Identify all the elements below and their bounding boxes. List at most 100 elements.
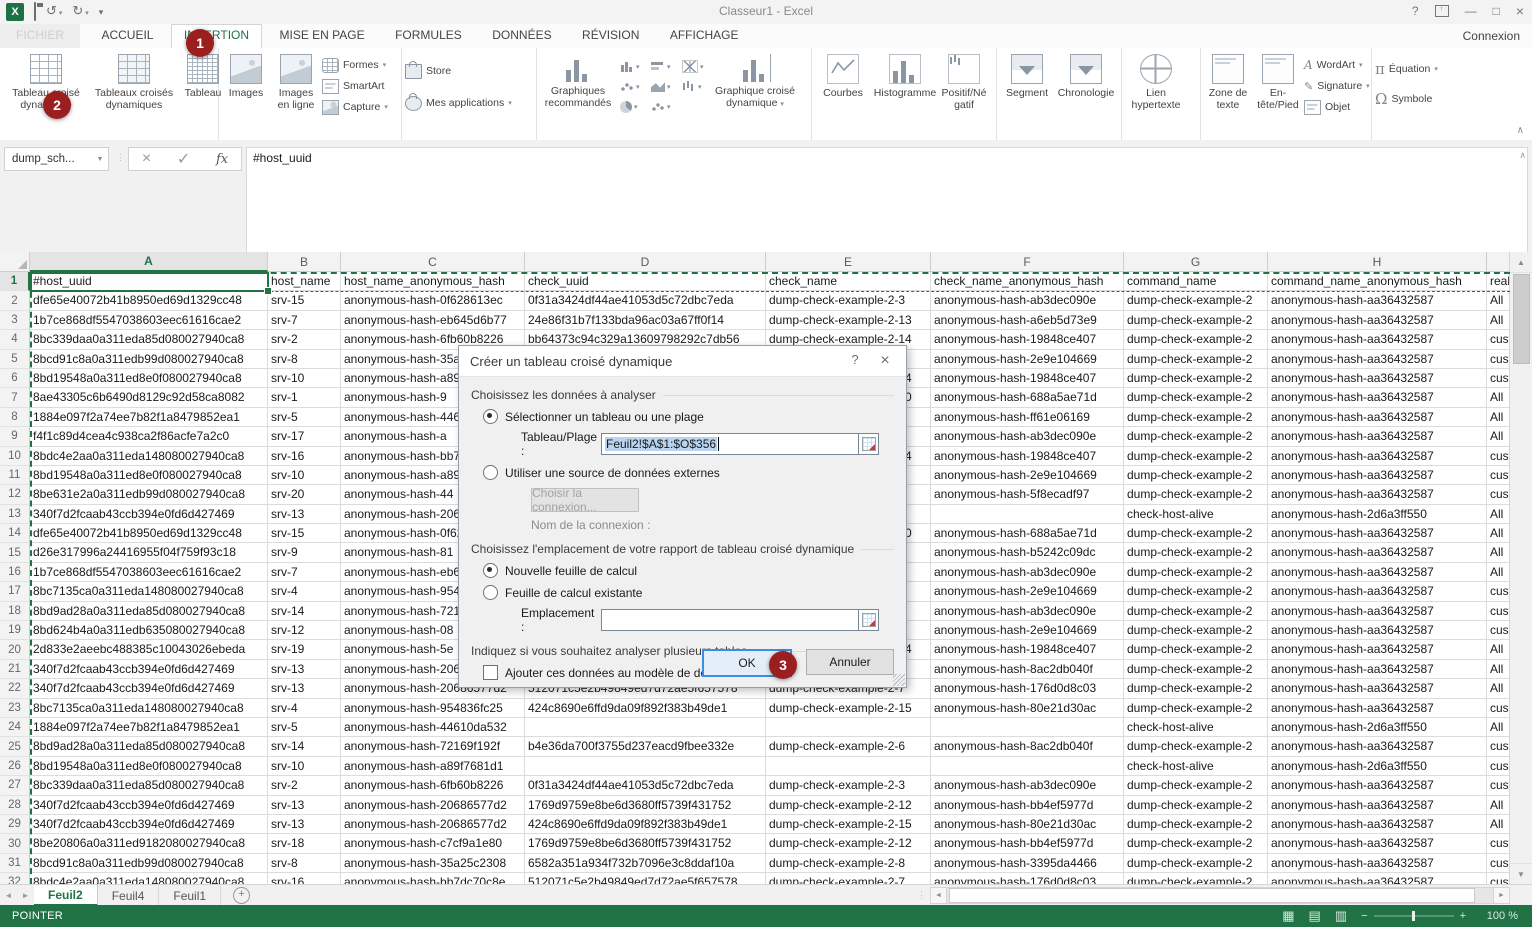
cell[interactable]: 8bcd91c8a0a311edb99d080027940ca8	[30, 854, 268, 873]
cell[interactable]: 24e86f31b7f133bda96ac03a67ff0f14	[525, 311, 766, 330]
cell[interactable]: srv-9	[268, 543, 341, 562]
zoom-track[interactable]	[1374, 915, 1454, 917]
cell[interactable]: dump-check-example-2-15	[766, 815, 931, 834]
cell[interactable]: 8bd9ad28a0a311eda85d080027940ca8	[30, 602, 268, 621]
row-number-6[interactable]: 6	[0, 369, 30, 388]
cell[interactable]: anonymous-hash-2e9e104669	[931, 621, 1124, 640]
column-header-G[interactable]: G	[1124, 252, 1268, 272]
cell[interactable]: dump-check-example-2	[1124, 815, 1268, 834]
maximize-button[interactable]: □	[1493, 4, 1500, 18]
cell[interactable]: dump-check-example-2	[1124, 350, 1268, 369]
cell[interactable]: anonymous-hash-19848ce407	[931, 330, 1124, 349]
cell[interactable]: anonymous-hash-2d6a3ff550	[1268, 505, 1487, 524]
timeline-button[interactable]: Chronologie	[1056, 51, 1116, 126]
horizontal-scroll-track[interactable]	[947, 887, 1493, 904]
cell[interactable]: 0f31a3424df44ae41053d5c72dbc7eda	[525, 291, 766, 310]
cell[interactable]: dump-check-example-2	[1124, 796, 1268, 815]
cell[interactable]: anonymous-hash-ab3dec090e	[931, 776, 1124, 795]
cell[interactable]: 8bcd91c8a0a311edb99d080027940ca8	[30, 350, 268, 369]
cell[interactable]: dump-check-example-2	[1124, 602, 1268, 621]
cell[interactable]: anonymous-hash-aa36432587	[1268, 447, 1487, 466]
cell[interactable]: 1769d9759e8be6d3680ff5739f431752	[525, 834, 766, 853]
cell[interactable]: dump-check-example-2	[1124, 640, 1268, 659]
cell[interactable]: anonymous-hash-ff61e06169	[931, 408, 1124, 427]
cell[interactable]: f4f1c89d4cea4c938ca2f86acfe7a2c0	[30, 427, 268, 446]
row-number-15[interactable]: 15	[0, 543, 30, 562]
insert-radar-chart-button[interactable]: ▾	[680, 57, 710, 76]
cell[interactable]: anonymous-hash-954836fc25	[341, 699, 525, 718]
cell[interactable]: 8be20806a0a311ed9182080027940ca8	[30, 834, 268, 853]
cell[interactable]: 1769d9759e8be6d3680ff5739f431752	[525, 796, 766, 815]
equation-button[interactable]: π Équation▾	[1375, 61, 1438, 77]
slicer-button[interactable]: Segment	[1000, 51, 1054, 126]
sheet-nav-prev-icon[interactable]: ◄	[0, 885, 17, 906]
cell[interactable]: anonymous-hash-ab3dec090e	[931, 563, 1124, 582]
cell[interactable]: srv-1	[268, 388, 341, 407]
cell[interactable]: host_name_anonymous_hash	[341, 272, 525, 291]
cell[interactable]: anonymous-hash-aa36432587	[1268, 699, 1487, 718]
fill-handle[interactable]	[264, 287, 272, 295]
cell[interactable]: 1884e097f2a74ee7b82f1a8479852ea1	[30, 718, 268, 737]
row-number-12[interactable]: 12	[0, 485, 30, 504]
cell[interactable]: All	[1487, 408, 1510, 427]
cell[interactable]: srv-8	[268, 350, 341, 369]
minimize-button[interactable]: —	[1465, 4, 1477, 18]
cell[interactable]: All	[1487, 311, 1510, 330]
cell[interactable]: anonymous-hash-ab3dec090e	[931, 427, 1124, 446]
row-number-3[interactable]: 3	[0, 311, 30, 330]
cell[interactable]: srv-13	[268, 505, 341, 524]
column-header-B[interactable]: B	[268, 252, 341, 272]
cell[interactable]: anonymous-hash-a6eb5d73e9	[931, 311, 1124, 330]
cell[interactable]: dump-check-example-2-12	[766, 796, 931, 815]
header-footer-button[interactable]: En-tête/Pied	[1254, 51, 1302, 126]
location-picker-button[interactable]	[859, 609, 879, 631]
cell[interactable]: srv-17	[268, 427, 341, 446]
cell[interactable]: 8bd9ad28a0a311eda85d080027940ca8	[30, 737, 268, 756]
cell[interactable]: anonymous-hash-c7cf9a1e80	[341, 834, 525, 853]
cell[interactable]: srv-5	[268, 408, 341, 427]
cell[interactable]: srv-13	[268, 796, 341, 815]
cell[interactable]: 340f7d2fcaab43ccb394e0fd6d427469	[30, 660, 268, 679]
cell[interactable]: anonymous-hash-aa36432587	[1268, 330, 1487, 349]
insert-column-chart-button[interactable]: ▾	[618, 57, 648, 76]
cell[interactable]: check_name_anonymous_hash	[931, 272, 1124, 291]
cell[interactable]: command_name	[1124, 272, 1268, 291]
cell[interactable]: dump-check-example-2	[1124, 582, 1268, 601]
cell[interactable]: 8bd19548a0a311ed8e0f080027940ca8	[30, 466, 268, 485]
cell[interactable]: 2d833e2aeebc488385c10043026ebeda	[30, 640, 268, 659]
horizontal-scrollbar[interactable]: ◄ ►	[930, 885, 1510, 906]
tab-affichage[interactable]: AFFICHAGE	[657, 24, 752, 48]
scroll-left-icon[interactable]: ◄	[930, 887, 947, 904]
cell[interactable]	[931, 718, 1124, 737]
sparkline-winloss-button[interactable]: Positif/Négatif	[939, 51, 989, 126]
cell[interactable]: anonymous-hash-72169f192f	[341, 737, 525, 756]
cell[interactable]: cust	[1487, 350, 1510, 369]
cell[interactable]: dump-check-example-2-6	[766, 737, 931, 756]
cell[interactable]: anonymous-hash-aa36432587	[1268, 679, 1487, 698]
cell[interactable]: cust	[1487, 854, 1510, 873]
close-button[interactable]: ×	[1516, 3, 1524, 19]
cell[interactable]: anonymous-hash-aa36432587	[1268, 854, 1487, 873]
row-number-26[interactable]: 26	[0, 757, 30, 776]
cell[interactable]: dump-check-example-2	[1124, 330, 1268, 349]
cell[interactable]: srv-14	[268, 737, 341, 756]
tab-scroll-splitter[interactable]: ⋮	[913, 885, 930, 906]
cell[interactable]: anonymous-hash-aa36432587	[1268, 427, 1487, 446]
cell[interactable]: srv-13	[268, 660, 341, 679]
cell[interactable]: anonymous-hash-19848ce407	[931, 640, 1124, 659]
cell[interactable]: anonymous-hash-aa36432587	[1268, 388, 1487, 407]
cell[interactable]	[525, 718, 766, 737]
cell[interactable]: anonymous-hash-aa36432587	[1268, 311, 1487, 330]
sheet-nav-next-icon[interactable]: ►	[17, 885, 34, 906]
pivot-chart-button[interactable]: Graphique croisé dynamique ▾	[712, 51, 798, 126]
tab-accueil[interactable]: ACCUEIL	[88, 24, 166, 48]
cell[interactable]: real	[1487, 272, 1510, 291]
page-layout-view-icon[interactable]: ▤	[1309, 908, 1321, 924]
cell[interactable]: srv-16	[268, 447, 341, 466]
cell[interactable]: anonymous-hash-19848ce407	[931, 369, 1124, 388]
cell[interactable]: anonymous-hash-eb645d6b77	[341, 311, 525, 330]
cell[interactable]: cust	[1487, 602, 1510, 621]
cell[interactable]: srv-13	[268, 679, 341, 698]
hyperlink-button[interactable]: Lien hypertexte	[1125, 51, 1187, 126]
cell[interactable]: anonymous-hash-aa36432587	[1268, 873, 1487, 884]
